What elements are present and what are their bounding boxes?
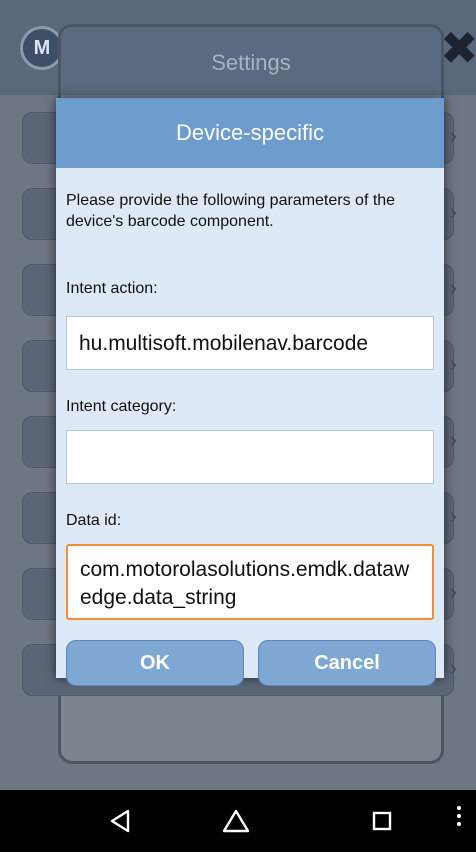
close-icon[interactable]: ✖ (440, 24, 476, 72)
intent-action-label: Intent action: (66, 280, 158, 297)
home-icon[interactable] (206, 790, 266, 852)
back-icon[interactable] (90, 790, 150, 852)
chevron-right-icon: › (449, 655, 457, 680)
system-nav-bar (0, 790, 476, 852)
settings-title: Settings (61, 27, 441, 95)
dialog-description: Please provide the following parameters … (66, 192, 396, 230)
app-logo-text: M (33, 36, 51, 59)
device-specific-dialog: Device-specific Please provide the follo… (56, 98, 444, 686)
intent-category-input[interactable] (66, 430, 434, 484)
chevron-right-icon: › (449, 579, 457, 604)
data-id-label: Data id: (66, 512, 122, 529)
overflow-menu-icon[interactable] (452, 806, 466, 836)
chevron-right-icon: › (449, 275, 457, 300)
screen: M ✖ Settings › › › › › › › › Device-spec… (0, 0, 476, 852)
recents-icon[interactable] (352, 790, 412, 852)
chevron-right-icon: › (449, 503, 457, 528)
data-id-input[interactable]: com.motorolasolutions.emdk.datawedge.dat… (66, 544, 434, 620)
chevron-right-icon: › (449, 351, 457, 376)
chevron-right-icon: › (449, 427, 457, 452)
intent-action-input[interactable]: hu.multisoft.mobilenav.barcode (66, 316, 434, 370)
chevron-right-icon: › (449, 199, 457, 224)
cancel-button[interactable]: Cancel (258, 640, 436, 686)
ok-button[interactable]: OK (66, 640, 244, 686)
chevron-right-icon: › (449, 123, 457, 148)
dialog-title: Device-specific (56, 98, 444, 168)
intent-category-label: Intent category: (66, 398, 177, 415)
